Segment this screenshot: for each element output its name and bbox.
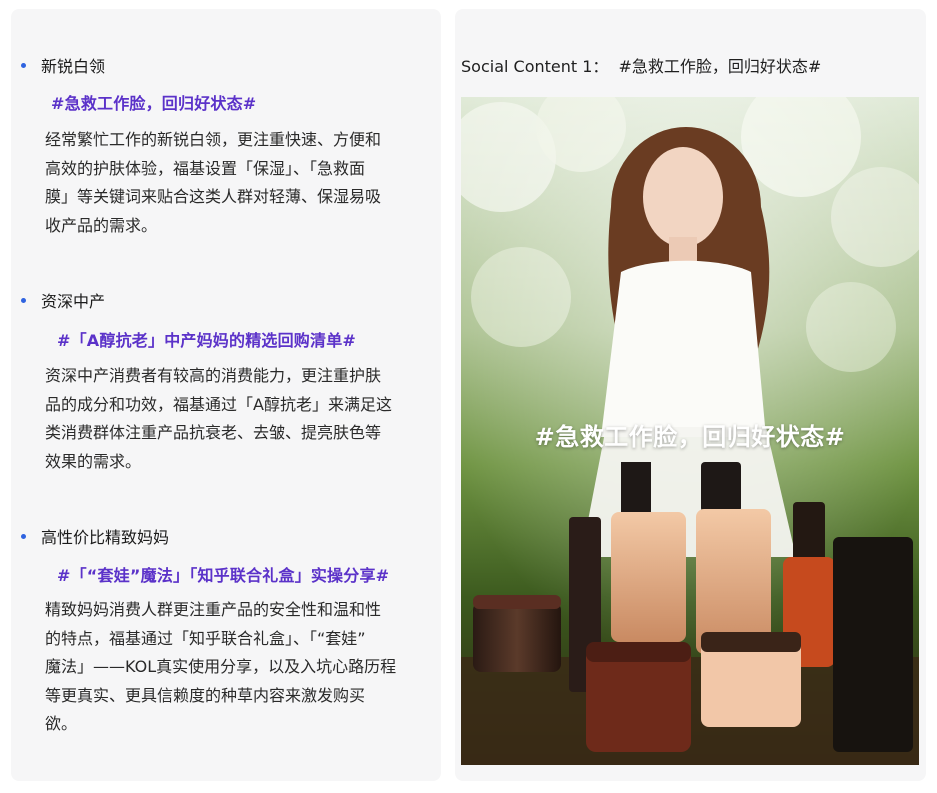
segment-description: 资深中产消费者有较高的消费能力，更注重护肤 品的成分和功效，福基通过「A醇抗老」… — [45, 362, 437, 476]
text-line: 类消费群体注重产品抗衰老、去皱、提亮肤色等 — [45, 423, 382, 442]
text-line: 品的成分和功效，福基通过「A醇抗老」来满足这 — [45, 394, 392, 414]
text-line: 精致妈妈消费人群更注重产品的安全性和温和性 — [45, 600, 382, 619]
text-line: 收产品的需求。 — [45, 215, 158, 235]
segment-title: 高性价比精致妈妈 — [41, 528, 170, 547]
segment-title: 新锐白领 — [41, 57, 106, 76]
social-content-card: Social Content 1： #急救工作脸，回归好状态# #急救工作脸，回… — [455, 9, 926, 781]
image-overlay-hashtag: #急救工作脸，回归好状态# — [534, 423, 846, 451]
text-line: 经常繁忙工作的新锐白领，更注重快速、方便和 — [45, 130, 382, 149]
social-content-label: Social Content 1： — [461, 57, 609, 76]
segment-heading: 资深中产 — [21, 288, 105, 312]
text-line: 资深中产消费者有较高的消费能力，更注重护肤 — [45, 366, 382, 385]
text-line: 膜」等关键词来贴合这类人群对轻薄、保湿易吸 — [45, 187, 382, 206]
bullet-dot — [21, 297, 26, 303]
text-line: 魔法」——KOL真实使用分享，以及入坑心路历程 — [45, 657, 397, 676]
segment-description: 精致妈妈消费人群更注重产品的安全性和温和性 的特点，福基通过「知乎联合礼盒」、「… — [45, 596, 437, 739]
text-line: 高效的护肤体验，福基设置「保湿」、「急救面 — [45, 158, 366, 178]
text-line: 的特点，福基通过「知乎联合礼盒」、「“套娃” — [45, 628, 366, 648]
text-line: 效果的需求。 — [45, 451, 142, 471]
social-content-heading: Social Content 1： #急救工作脸，回归好状态# — [461, 53, 821, 77]
campaign-image: #急救工作脸，回归好状态# — [461, 97, 919, 765]
segment-heading: 新锐白领 — [21, 53, 105, 77]
text-line: 等更真实、更具信赖度的种草内容来激发购买 — [45, 685, 366, 705]
bullet-dot — [21, 533, 26, 539]
segment-hashtag: #「“套娃”魔法」「知乎联合礼盒」实操分享# — [57, 566, 390, 585]
bullet-dot — [21, 62, 26, 68]
segment-hashtag: #急救工作脸，回归好状态# — [51, 94, 257, 113]
audience-card: 新锐白领 #急救工作脸，回归好状态# 经常繁忙工作的新锐白领，更注重快速、方便和… — [11, 9, 441, 781]
social-content-topic: #急救工作脸，回归好状态# — [618, 57, 822, 76]
segment-heading: 高性价比精致妈妈 — [21, 524, 169, 548]
text-line: 欲。 — [45, 714, 78, 733]
segment-title: 资深中产 — [41, 292, 106, 311]
segment-hashtag: #「A醇抗老」中产妈妈的精选回购清单# — [57, 331, 356, 350]
segment-description: 经常繁忙工作的新锐白领，更注重快速、方便和 高效的护肤体验，福基设置「保湿」、「… — [45, 126, 437, 240]
